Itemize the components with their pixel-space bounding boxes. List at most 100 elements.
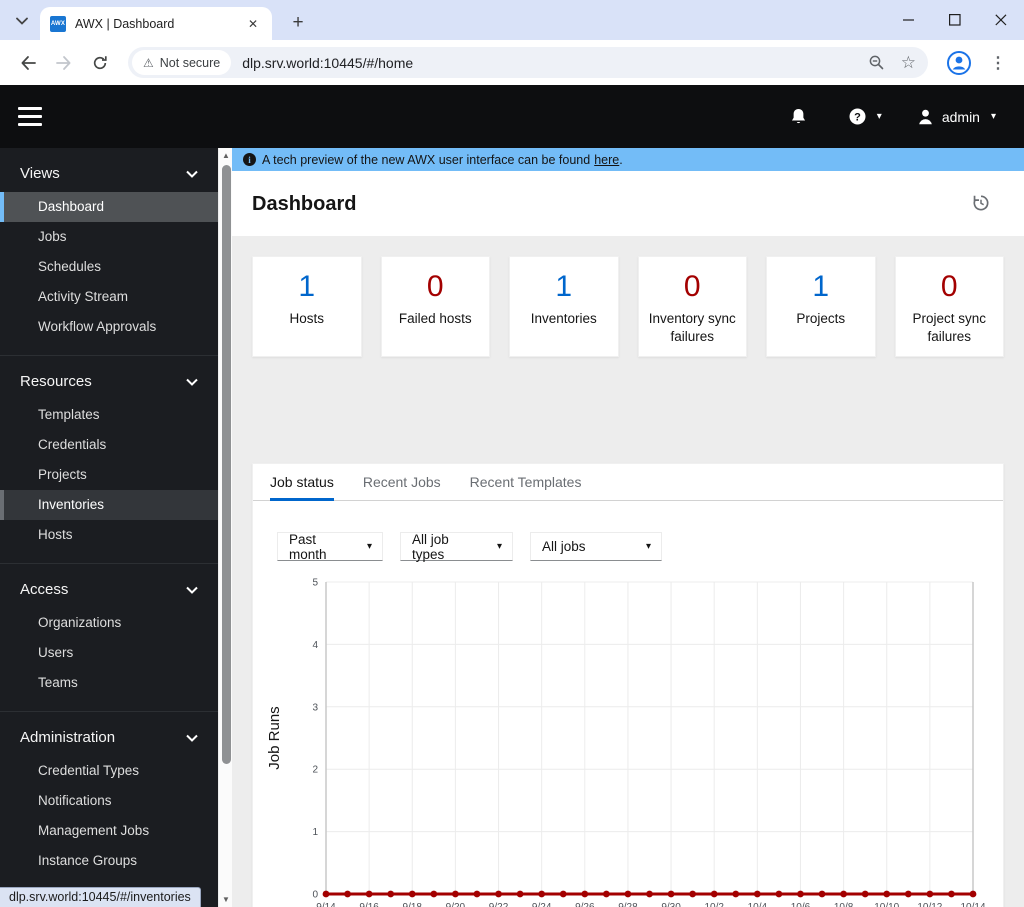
sidebar-item-teams[interactable]: Teams: [0, 668, 218, 698]
tab-recent-templates[interactable]: Recent Templates: [470, 464, 582, 501]
sidebar-section-views: Views Dashboard Jobs Schedules Activity …: [0, 148, 218, 355]
chevron-down-icon: ▾: [496, 541, 502, 552]
sidebar-group-resources[interactable]: Resources: [0, 363, 218, 400]
window-close-button[interactable]: [978, 0, 1024, 40]
back-button[interactable]: [13, 48, 43, 78]
notifications-bell-button[interactable]: [790, 108, 807, 126]
address-bar[interactable]: ⚠ Not secure dlp.srv.world:10445/#/home …: [128, 47, 928, 78]
chevron-down-icon: [16, 17, 28, 25]
svg-text:4: 4: [312, 640, 318, 651]
window-maximize-button[interactable]: [932, 0, 978, 40]
sidebar-item-workflow-approvals[interactable]: Workflow Approvals: [0, 312, 218, 342]
dashboard-content: 1 Hosts 0 Failed hosts 1 Inventories 0 I…: [232, 236, 1024, 907]
nav-toggle-button[interactable]: [18, 107, 42, 131]
svg-text:10/8: 10/8: [834, 902, 854, 907]
banner-text: A tech preview of the new AWX user inter…: [262, 152, 591, 167]
sidebar-group-label: Administration: [20, 729, 116, 746]
svg-text:10/6: 10/6: [791, 902, 811, 907]
job-type-select[interactable]: All job types ▾: [400, 531, 513, 562]
banner-here-link[interactable]: here: [594, 153, 619, 167]
awx-top-nav: AWX ? ▾ admin ▾: [0, 85, 1024, 231]
sidebar-item-management-jobs[interactable]: Management Jobs: [0, 816, 218, 846]
stat-card-project-sync-failures[interactable]: 0 Project sync failures: [894, 256, 1004, 357]
svg-text:5: 5: [312, 578, 318, 589]
sidebar-item-credentials[interactable]: Credentials: [0, 430, 218, 460]
browser-menu-button[interactable]: ⋮: [982, 53, 1014, 73]
sidebar-item-schedules[interactable]: Schedules: [0, 252, 218, 282]
forward-button[interactable]: [49, 48, 79, 78]
minimize-icon: [903, 19, 914, 21]
url-text[interactable]: dlp.srv.world:10445/#/home: [242, 55, 413, 71]
info-icon: i: [243, 153, 256, 166]
svg-text:0: 0: [312, 890, 318, 901]
user-menu-button[interactable]: admin ▾: [918, 109, 996, 125]
sidebar-group-views[interactable]: Views: [0, 155, 218, 192]
page-header: Dashboard: [232, 171, 1024, 236]
sidebar-item-templates[interactable]: Templates: [0, 400, 218, 430]
page-scrollbar[interactable]: ▲ ▼: [218, 148, 232, 907]
svg-text:9/14: 9/14: [316, 902, 336, 907]
tab-close-icon[interactable]: ✕: [244, 15, 262, 33]
profile-avatar[interactable]: [946, 50, 972, 76]
stat-card-inventories[interactable]: 1 Inventories: [509, 256, 619, 357]
sidebar-group-access[interactable]: Access: [0, 571, 218, 608]
svg-text:10/2: 10/2: [704, 902, 724, 907]
reload-button[interactable]: [85, 48, 115, 78]
stat-card-failed-hosts[interactable]: 0 Failed hosts: [380, 256, 490, 357]
tab-job-status[interactable]: Job status: [270, 464, 334, 501]
sidebar-item-credential-types[interactable]: Credential Types: [0, 756, 218, 786]
stat-card-hosts[interactable]: 1 Hosts: [252, 256, 362, 357]
sidebar-section-access: Access Organizations Users Teams: [0, 563, 218, 711]
new-tab-button[interactable]: +: [284, 9, 312, 37]
chevron-down-icon: ▾: [990, 111, 996, 122]
banner-suffix: .: [619, 152, 623, 167]
sidebar-group-administration[interactable]: Administration: [0, 719, 218, 756]
svg-text:2: 2: [312, 765, 318, 776]
scrollbar-up-arrow[interactable]: ▲: [219, 151, 233, 160]
svg-text:9/22: 9/22: [489, 902, 509, 907]
stat-value: 0: [940, 270, 958, 303]
job-type-select-value: All job types: [412, 531, 449, 562]
browser-window: AWX AWX | Dashboard ✕ + ⚠ Not secure dlp…: [0, 0, 1024, 907]
tab-search-button[interactable]: [9, 8, 35, 33]
stat-card-inventory-sync-failures[interactable]: 0 Inventory sync failures: [637, 256, 747, 357]
svg-text:9/24: 9/24: [532, 902, 552, 907]
activity-history-button[interactable]: [972, 194, 990, 217]
svg-text:?: ?: [854, 111, 861, 123]
help-menu-button[interactable]: ? ▾: [849, 108, 882, 125]
zoom-out-button[interactable]: [868, 54, 885, 71]
sidebar: Views Dashboard Jobs Schedules Activity …: [0, 148, 218, 907]
chevron-down-icon: [186, 170, 198, 178]
stat-card-projects[interactable]: 1 Projects: [766, 256, 876, 357]
sidebar-item-dashboard[interactable]: Dashboard: [0, 192, 218, 222]
sidebar-item-organizations[interactable]: Organizations: [0, 608, 218, 638]
tab-recent-jobs[interactable]: Recent Jobs: [363, 464, 441, 501]
sidebar-item-projects[interactable]: Projects: [0, 460, 218, 490]
svg-text:9/28: 9/28: [618, 902, 638, 907]
sidebar-item-instance-groups[interactable]: Instance Groups: [0, 846, 218, 876]
svg-text:9/30: 9/30: [661, 902, 681, 907]
chevron-down-icon: ▾: [876, 111, 882, 122]
scrollbar-down-arrow[interactable]: ▼: [219, 895, 233, 904]
sidebar-item-jobs[interactable]: Jobs: [0, 222, 218, 252]
sidebar-item-hosts[interactable]: Hosts: [0, 520, 218, 550]
job-filter-select-value: All jobs: [542, 539, 586, 554]
browser-tab-strip: AWX AWX | Dashboard ✕ +: [0, 0, 1024, 40]
scrollbar-thumb[interactable]: [221, 165, 231, 764]
window-minimize-button[interactable]: [886, 0, 932, 40]
sidebar-item-notifications[interactable]: Notifications: [0, 786, 218, 816]
back-arrow-icon: [21, 55, 36, 70]
security-chip[interactable]: ⚠ Not secure: [132, 50, 232, 75]
sidebar-item-activity-stream[interactable]: Activity Stream: [0, 282, 218, 312]
job-filter-select[interactable]: All jobs ▾: [530, 532, 662, 561]
browser-tab[interactable]: AWX AWX | Dashboard ✕: [40, 7, 272, 40]
user-icon: [919, 109, 932, 124]
profile-icon: [947, 50, 971, 75]
chevron-down-icon: [186, 734, 198, 742]
bookmark-star-icon[interactable]: ☆: [901, 53, 916, 73]
sidebar-item-users[interactable]: Users: [0, 638, 218, 668]
sidebar-item-inventories[interactable]: Inventories: [0, 490, 218, 520]
svg-text:3: 3: [312, 702, 318, 713]
period-select[interactable]: Past month ▾: [277, 532, 383, 562]
chart-filters: Past month ▾ All job types ▾ All jobs ▾: [277, 531, 1003, 562]
